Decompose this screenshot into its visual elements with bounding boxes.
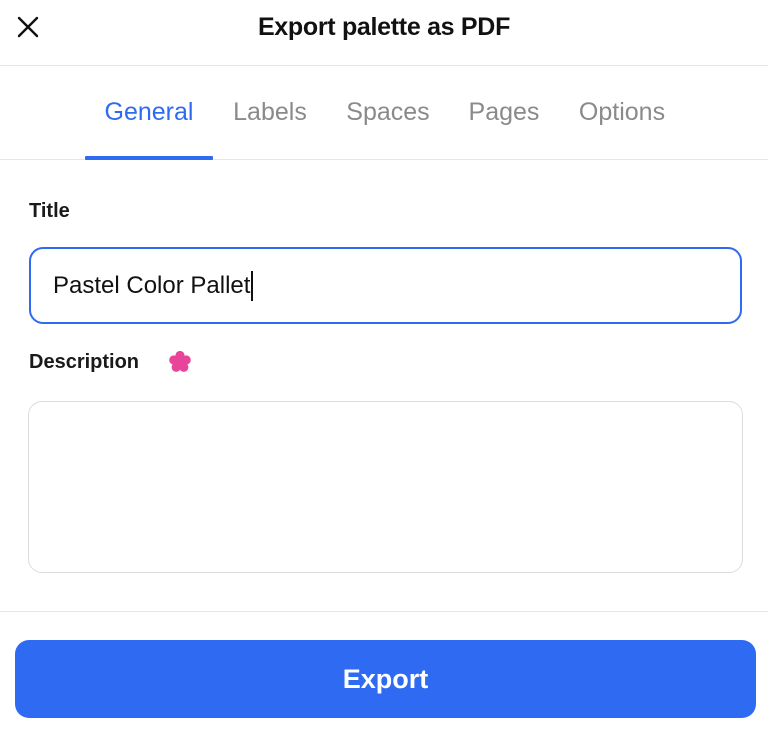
- dialog-header: Export palette as PDF: [0, 0, 768, 66]
- tab-options[interactable]: Options: [562, 66, 682, 159]
- title-label: Title: [29, 200, 70, 222]
- title-input-value: Pastel Color Pallet: [53, 271, 251, 299]
- description-textarea[interactable]: [28, 401, 743, 573]
- dialog-title: Export palette as PDF: [257, 12, 511, 41]
- flower-icon: [169, 350, 191, 372]
- tab-bar: General Labels Spaces Pages Options: [0, 66, 768, 160]
- footer-divider: [0, 611, 768, 612]
- tab-spaces[interactable]: Spaces: [330, 66, 446, 159]
- description-label: Description: [29, 351, 140, 373]
- tab-general[interactable]: General: [85, 66, 213, 159]
- title-input[interactable]: Pastel Color Pallet: [29, 247, 742, 324]
- text-caret: [251, 270, 254, 301]
- export-button[interactable]: Export: [15, 640, 756, 718]
- active-tab-indicator: [85, 156, 213, 160]
- export-dialog: Export palette as PDF General Labels Spa…: [0, 0, 768, 731]
- tab-labels[interactable]: Labels: [216, 66, 324, 159]
- tab-pages[interactable]: Pages: [454, 66, 554, 159]
